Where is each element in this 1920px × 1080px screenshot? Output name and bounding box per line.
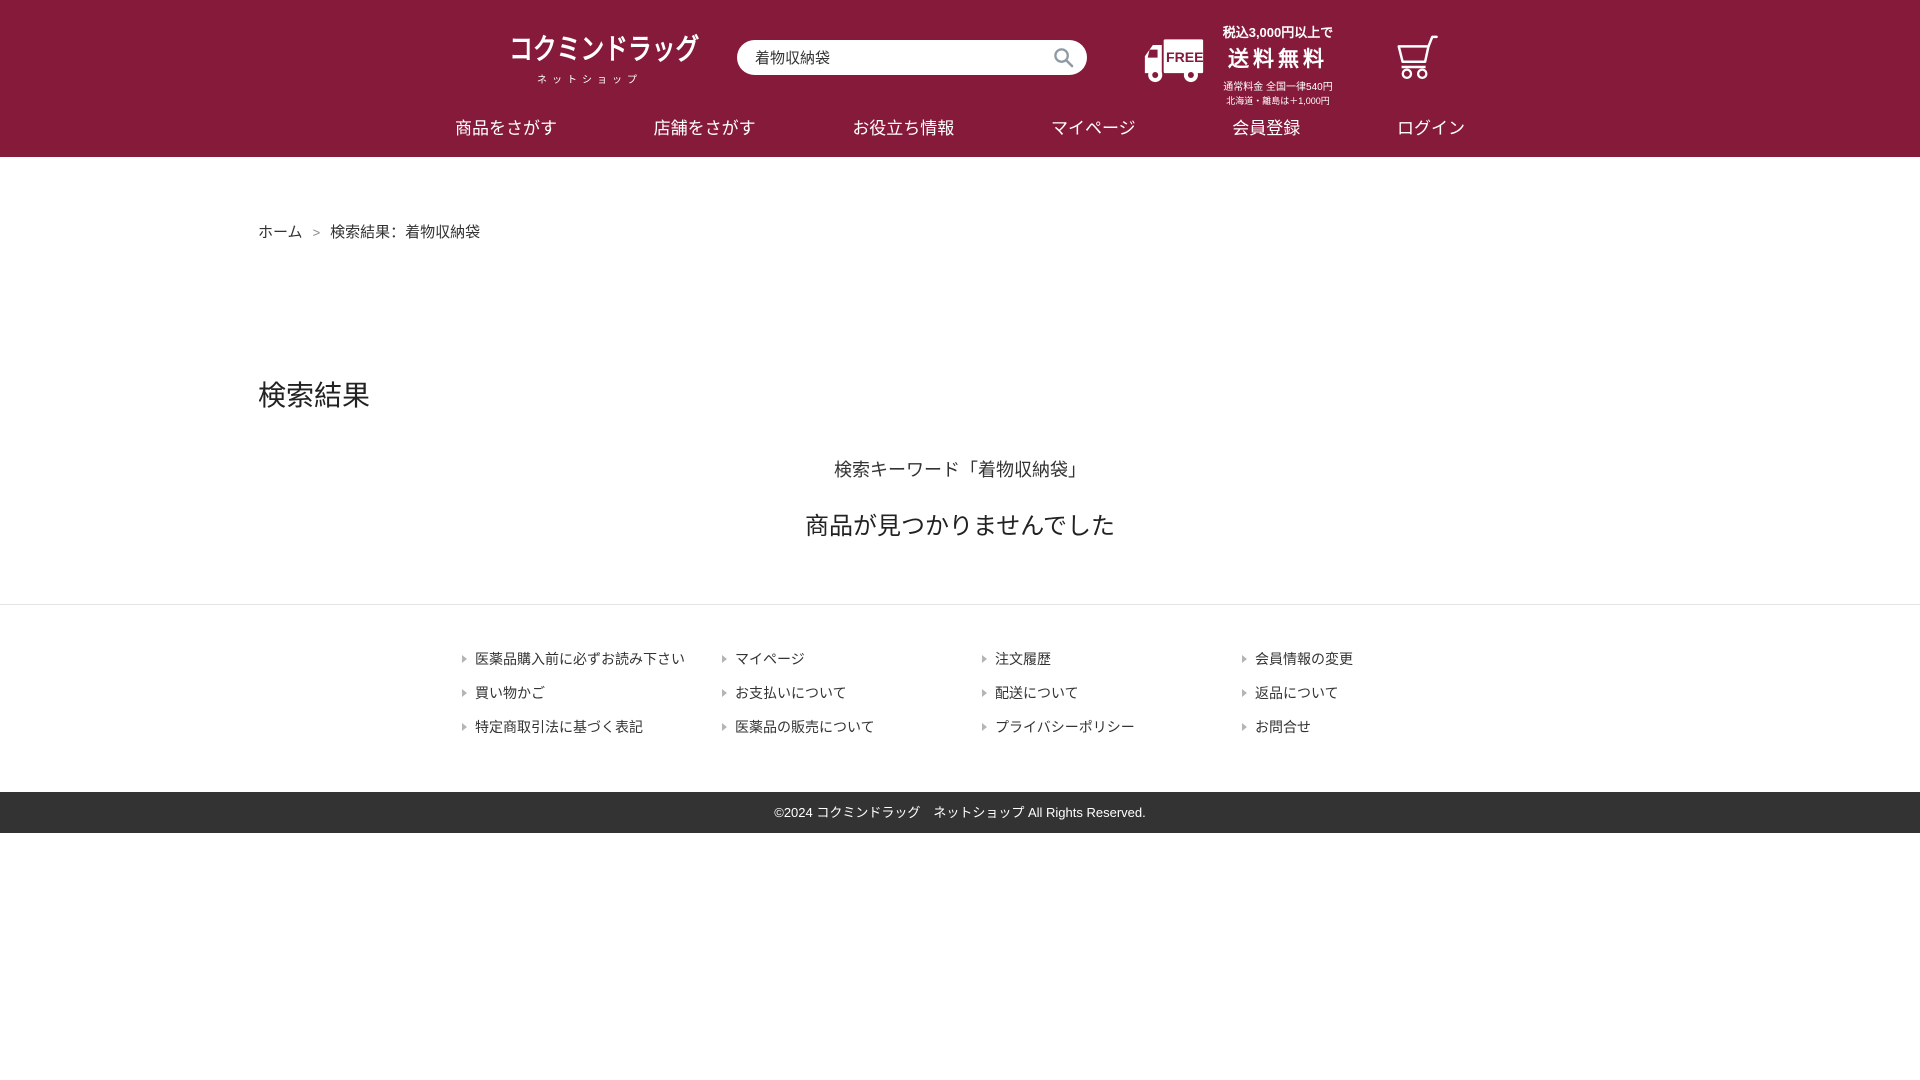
nav-item-useful-info[interactable]: お役立ち情報 bbox=[852, 114, 954, 139]
breadcrumb-home-link[interactable]: ホーム bbox=[258, 224, 303, 241]
site-logo-subtitle: ネットショップ bbox=[537, 75, 642, 86]
footer-link-privacy-policy[interactable]: プライバシーポリシー bbox=[982, 717, 1242, 736]
footer-link-payment[interactable]: お支払いについて bbox=[722, 683, 982, 702]
arrow-right-icon bbox=[462, 688, 467, 697]
copyright-bar: ©2024 コクミンドラッグ ネットショップ All Rights Reserv… bbox=[0, 792, 1920, 833]
footer-link-commercial-law[interactable]: 特定商取引法に基づく表記 bbox=[462, 717, 722, 736]
shipping-remote-fee: 北海道・離島は＋1,000円 bbox=[1226, 96, 1330, 106]
search-input[interactable] bbox=[737, 40, 1087, 75]
arrow-right-icon bbox=[722, 654, 727, 663]
footer-link-contact[interactable]: お問合せ bbox=[1242, 717, 1502, 736]
search-bar bbox=[737, 40, 1087, 75]
truck-free-icon: FREE bbox=[1144, 39, 1204, 83]
footer-link-mypage[interactable]: マイページ bbox=[722, 649, 982, 668]
footer-link-member-info[interactable]: 会員情報の変更 bbox=[1242, 649, 1502, 668]
footer-link-drug-sales[interactable]: 医薬品の販売について bbox=[722, 717, 982, 736]
arrow-right-icon bbox=[1242, 654, 1247, 663]
breadcrumb-separator: > bbox=[312, 225, 321, 240]
footer-link-delivery[interactable]: 配送について bbox=[982, 683, 1242, 702]
page-title: 検索結果 bbox=[258, 380, 371, 411]
arrow-right-icon bbox=[722, 722, 727, 731]
cart-button[interactable] bbox=[1393, 32, 1439, 85]
cart-icon bbox=[1397, 35, 1438, 80]
nav-item-find-stores[interactable]: 店舗をさがす bbox=[654, 114, 756, 139]
arrow-right-icon bbox=[982, 688, 987, 697]
site-logo-title: コクミンドラッグ bbox=[509, 34, 700, 66]
free-badge-text: FREE bbox=[1166, 49, 1204, 65]
nav-item-search-products[interactable]: 商品をさがす bbox=[455, 114, 557, 139]
search-keyword-line: 検索キーワード「着物収納袋」 bbox=[834, 460, 1086, 480]
nav-item-register[interactable]: 会員登録 bbox=[1232, 114, 1300, 139]
arrow-right-icon bbox=[462, 722, 467, 731]
shipping-threshold: 税込3,000円以上で bbox=[1222, 25, 1334, 40]
nav-item-mypage[interactable]: マイページ bbox=[1051, 114, 1136, 139]
main-nav: 商品をさがす 店舗をさがす お役立ち情報 マイページ 会員登録 ログイン bbox=[455, 114, 1465, 139]
no-results-message: 商品が見つかりませんでした bbox=[804, 513, 1116, 540]
breadcrumb-current: 検索結果：着物収納袋 bbox=[330, 224, 481, 241]
arrow-right-icon bbox=[982, 722, 987, 731]
arrow-right-icon bbox=[982, 654, 987, 663]
arrow-right-icon bbox=[722, 688, 727, 697]
shipping-free-label: 送料無料 bbox=[1228, 48, 1328, 71]
footer-link-returns[interactable]: 返品について bbox=[1242, 683, 1502, 702]
site-header: コクミンドラッグ ネットショップ FREE 税込3,000円以上で 送料無料 通… bbox=[0, 0, 1920, 157]
main-content: 検索結果 検索キーワード「着物収納袋」 商品が見つかりませんでした bbox=[0, 374, 1920, 541]
shipping-normal-fee: 通常料金 全国一律540円 bbox=[1223, 82, 1333, 93]
nav-item-login[interactable]: ログイン bbox=[1397, 114, 1465, 139]
free-shipping-banner: FREE 税込3,000円以上で 送料無料 通常料金 全国一律540円 北海道・… bbox=[1143, 22, 1342, 107]
site-logo[interactable]: コクミンドラッグ ネットショップ bbox=[492, 26, 700, 86]
search-icon[interactable] bbox=[1053, 47, 1074, 68]
footer-link-drug-notice[interactable]: 医薬品購入前に必ずお読み下さい bbox=[462, 649, 722, 668]
arrow-right-icon bbox=[1242, 688, 1247, 697]
footer-link-cart[interactable]: 買い物かご bbox=[462, 683, 722, 702]
arrow-right-icon bbox=[462, 654, 467, 663]
breadcrumb: ホーム > 検索結果：着物収納袋 bbox=[258, 221, 1920, 242]
arrow-right-icon bbox=[1242, 722, 1247, 731]
shipping-text: 税込3,000円以上で 送料無料 通常料金 全国一律540円 北海道・離島は＋1… bbox=[1214, 22, 1342, 107]
site-footer: 医薬品購入前に必ずお読み下さい マイページ 注文履歴 会員情報の変更 買い物かご… bbox=[0, 604, 1920, 833]
footer-links: 医薬品購入前に必ずお読み下さい マイページ 注文履歴 会員情報の変更 買い物かご… bbox=[462, 649, 1522, 736]
footer-link-order-history[interactable]: 注文履歴 bbox=[982, 649, 1242, 668]
